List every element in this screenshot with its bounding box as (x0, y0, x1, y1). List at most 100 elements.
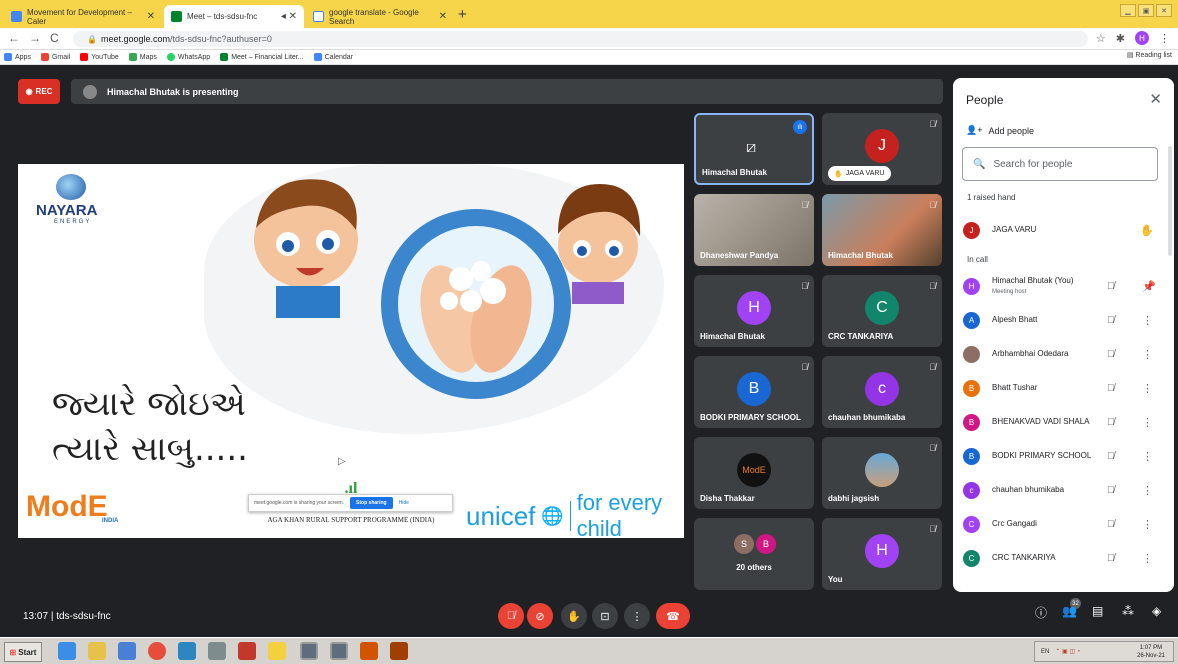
participant-tile[interactable]: 🎙̸ J ✋ JAGA VARU (822, 113, 942, 185)
participant-row[interactable]: c chauhan bhumikaba 🎙̸ ⋮ (963, 478, 1163, 502)
pin-icon[interactable]: 📌 (1142, 280, 1156, 293)
raised-hand-row[interactable]: J JAGA VARU ✋ (963, 218, 1163, 242)
menu-icon[interactable]: ⋮ (1159, 32, 1170, 45)
back-icon[interactable]: ← (8, 31, 20, 45)
more-vert-icon[interactable]: ⋮ (1142, 518, 1153, 531)
participant-tile[interactable]: 🎙̸ Dhaneshwar Pandya (694, 194, 814, 266)
participant-row[interactable]: H Himachal Bhutak (You) Meeting host 🎙̸ 📌 (963, 274, 1163, 298)
gujarati-line-2: ત્યારે સાબુ..... (52, 429, 248, 469)
reading-list-button[interactable]: ▤ Reading list (1127, 51, 1172, 59)
tab-search[interactable]: google translate - Google Search ✕ (306, 5, 454, 28)
start-button[interactable]: ⊞ Start (4, 642, 42, 662)
self-tile[interactable]: 🎙̸ H You (822, 518, 942, 590)
mute-tab-icon[interactable]: ◂ ✕ (281, 11, 297, 22)
more-vert-icon[interactable]: ⋮ (1142, 416, 1153, 429)
chrome-icon[interactable] (148, 642, 166, 660)
tools-icon[interactable] (208, 642, 226, 660)
camera-toggle-button[interactable]: ⊘ (527, 603, 553, 629)
bookmark-meet[interactable]: Meet – Financial Liter... (220, 53, 304, 61)
new-tab-button[interactable]: + (458, 6, 467, 23)
tab-calendar[interactable]: Movement for Development – Caler ✕ (4, 5, 162, 28)
participant-row[interactable]: C CRC TANKARIYA 🎙̸ ⋮ (963, 546, 1163, 570)
add-people-button[interactable]: 👤+ Add people (966, 125, 1034, 136)
minimize-icon[interactable]: ▁ (1120, 4, 1136, 17)
hide-button[interactable]: Hide (399, 500, 409, 506)
close-tab-icon[interactable]: ✕ (439, 11, 447, 22)
google-icon (313, 11, 324, 22)
mic-toggle-button[interactable]: 🎙̸ (498, 603, 524, 629)
participant-avatar: S (734, 534, 754, 554)
more-vert-icon[interactable]: ⋮ (1142, 484, 1153, 497)
star-icon[interactable]: ☆ (1096, 32, 1106, 45)
os-taskbar: ⊞ Start EN ⌃ ▣ ◫ ◔ 1:07 PM 26-Nov-21 (0, 637, 1178, 664)
chat-icon[interactable]: ▤ (1092, 604, 1103, 618)
participant-name: You (828, 575, 843, 584)
tab-meet[interactable]: Meet – tds-sdsu-fnc ◂ ✕ (164, 5, 304, 28)
forward-icon[interactable]: → (29, 31, 41, 45)
more-vert-icon[interactable]: ⋮ (1142, 450, 1153, 463)
more-vert-icon[interactable]: ⋮ (1142, 348, 1153, 361)
media-icon[interactable] (118, 642, 136, 660)
participant-tile[interactable]: 🎙̸ B BODKI PRIMARY SCHOOL (694, 356, 814, 428)
more-options-button[interactable]: ⋮ (624, 603, 650, 629)
others-tile[interactable]: S B 20 others (694, 518, 814, 590)
participant-tile[interactable]: ılı ⧄ Himachal Bhutak (694, 113, 814, 185)
chrome-window-icon[interactable] (300, 642, 318, 660)
ie-icon[interactable] (58, 642, 76, 660)
participant-row[interactable]: Arbhambhai Odedara 🎙̸ ⋮ (963, 342, 1163, 366)
extensions-icon[interactable]: ✱ (1116, 32, 1125, 45)
more-vert-icon[interactable]: ⋮ (1142, 382, 1153, 395)
reload-icon[interactable]: C (50, 31, 59, 45)
participant-row[interactable]: B BHENAKVAD VADI SHALA 🎙̸ ⋮ (963, 410, 1163, 434)
present-button[interactable]: ⊡ (592, 603, 618, 629)
profile-avatar[interactable]: H (1135, 31, 1149, 45)
maximize-icon[interactable]: ▣ (1138, 4, 1154, 17)
language-indicator[interactable]: EN (1041, 649, 1049, 655)
powerpoint-icon[interactable] (360, 642, 378, 660)
participant-tile[interactable]: 🎙̸ C CRC TANKARIYA (822, 275, 942, 347)
participant-name: BODKI PRIMARY SCHOOL (992, 451, 1092, 460)
participant-tile[interactable]: 🎙̸ Himachal Bhutak (822, 194, 942, 266)
panel-scrollbar[interactable] (1168, 146, 1172, 256)
notes-icon[interactable] (268, 642, 286, 660)
host-controls-icon[interactable]: ◈ (1152, 604, 1161, 618)
url-field[interactable]: 🔒 meet.google.com /tds-sdsu-fnc?authuser… (73, 31, 1088, 47)
participant-tile[interactable]: 🎙̸ H Himachal Bhutak (694, 275, 814, 347)
people-icon[interactable]: 👥 (1062, 604, 1077, 618)
more-vert-icon[interactable]: ⋮ (1142, 314, 1153, 327)
participant-row[interactable]: B Bhatt Tushar 🎙̸ ⋮ (963, 376, 1163, 400)
activities-icon[interactable]: ⁂ (1122, 604, 1134, 618)
bookmark-youtube[interactable]: YouTube (80, 53, 119, 61)
bookmark-gmail[interactable]: Gmail (40, 53, 70, 61)
raise-hand-button[interactable]: ✋ (561, 603, 587, 629)
clock[interactable]: 1:07 PM 26-Nov-21 (1137, 644, 1173, 660)
stop-sharing-button[interactable]: Stop sharing (350, 497, 393, 509)
participant-tile[interactable]: 🎙̸ dabhi jagsish (822, 437, 942, 509)
participant-row[interactable]: C Crc Gangadi 🎙̸ ⋮ (963, 512, 1163, 536)
search-people-input[interactable]: 🔍 Search for people (962, 147, 1158, 181)
bookmark-maps[interactable]: Maps (128, 53, 157, 61)
participant-row[interactable]: A Alpesh Bhatt 🎙̸ ⋮ (963, 308, 1163, 332)
participant-tile[interactable]: 🎙̸ c chauhan bhumikaba (822, 356, 942, 428)
bookmark-calendar[interactable]: Calendar (313, 53, 353, 61)
participant-avatar: J (865, 129, 899, 163)
bookmark-whatsapp[interactable]: WhatsApp (166, 53, 210, 61)
close-panel-icon[interactable]: ✕ (1149, 90, 1162, 108)
close-window-icon[interactable]: ✕ (1156, 4, 1172, 17)
raised-hand-icon[interactable]: ✋ (1140, 224, 1154, 237)
others-count: 20 others (736, 563, 772, 572)
leave-call-button[interactable]: ☎ (656, 603, 690, 629)
gmail-icon (40, 53, 49, 61)
network-icon[interactable] (178, 642, 196, 660)
participant-tile[interactable]: ModE Disha Thakkar (694, 437, 814, 509)
meeting-info-icon[interactable]: ⓘ (1035, 604, 1047, 621)
close-tab-icon[interactable]: ✕ (147, 11, 155, 22)
pdf-icon[interactable] (238, 642, 256, 660)
bookmark-apps[interactable]: Apps (4, 53, 31, 61)
package-icon[interactable] (390, 642, 408, 660)
youtube-icon (80, 53, 89, 61)
folder-icon[interactable] (88, 642, 106, 660)
more-vert-icon[interactable]: ⋮ (1142, 552, 1153, 565)
chrome-window-icon[interactable] (330, 642, 348, 660)
participant-row[interactable]: B BODKI PRIMARY SCHOOL 🎙̸ ⋮ (963, 444, 1163, 468)
